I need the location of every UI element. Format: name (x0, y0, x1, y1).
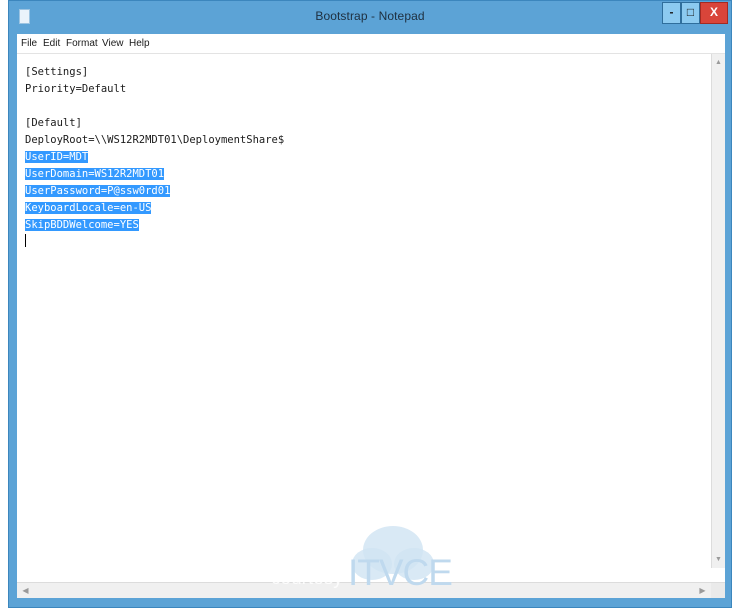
line-text: Priority=Default (25, 83, 127, 95)
text-line[interactable]: [Default] (25, 115, 705, 132)
text-line[interactable]: KeyboardLocale=en-US (25, 200, 705, 217)
text-line[interactable]: Priority=Default (25, 81, 705, 98)
line-text: [Settings] (25, 66, 89, 78)
document-text[interactable]: [Settings] Priority=Default [Default] Deplo… (25, 64, 705, 251)
line-text: UserPassword=P@ssw0rd01 (25, 185, 171, 197)
menu-edit[interactable]: Edit (43, 38, 60, 49)
text-editor-area[interactable]: [Settings] Priority=Default [Default] Deplo… (17, 54, 725, 582)
line-text: [Default] (25, 117, 82, 129)
maximize-button[interactable]: □ (681, 2, 700, 24)
menu-view[interactable]: View (102, 38, 124, 49)
watermark-brand-text: ITVCE (348, 552, 453, 593)
menu-help[interactable]: Help (129, 38, 150, 49)
text-line[interactable]: UserPassword=P@ssw0rd01 (25, 183, 705, 200)
watermark: image courtesy ITVCE .com (268, 512, 518, 612)
watermark-suffix-text: .com (445, 552, 487, 573)
title-bar[interactable]: Bootstrap - Notepad - □ X (9, 1, 731, 34)
watermark-image-text: image (291, 530, 343, 551)
line-text: SkipBDDWelcome=YES (25, 219, 139, 231)
caret-line[interactable] (25, 234, 705, 251)
scroll-down-icon[interactable]: ▼ (712, 553, 725, 566)
menu-bar: File Edit Format View Help (17, 34, 725, 54)
vertical-scrollbar[interactable]: ▲ ▼ (711, 54, 725, 568)
text-line[interactable]: UserDomain=WS12R2MDT01 (25, 166, 705, 183)
line-text: DeployRoot=\\WS12R2MDT01\DeploymentShare… (25, 134, 285, 146)
line-text: UserDomain=WS12R2MDT01 (25, 168, 165, 180)
window-title: Bootstrap - Notepad (315, 9, 425, 23)
text-line[interactable]: SkipBDDWelcome=YES (25, 217, 705, 234)
watermark-courtesy-text: courtesy (271, 568, 343, 589)
line-text: KeyboardLocale=en-US (25, 202, 152, 214)
scroll-right-icon[interactable]: ▶ (696, 584, 709, 597)
line-text: UserID=MDT (25, 151, 89, 163)
minimize-button[interactable]: - (662, 2, 681, 24)
text-line[interactable]: UserID=MDT (25, 149, 705, 166)
text-line[interactable]: [Settings] (25, 64, 705, 81)
text-caret (25, 234, 26, 247)
resize-grip[interactable] (711, 583, 725, 598)
menu-file[interactable]: File (21, 38, 37, 49)
scroll-up-icon[interactable]: ▲ (712, 56, 725, 69)
close-button[interactable]: X (700, 2, 728, 24)
text-line[interactable] (25, 98, 705, 115)
menu-format[interactable]: Format (66, 38, 98, 49)
scroll-left-icon[interactable]: ◀ (19, 584, 32, 597)
text-line[interactable]: DeployRoot=\\WS12R2MDT01\DeploymentShare… (25, 132, 705, 149)
